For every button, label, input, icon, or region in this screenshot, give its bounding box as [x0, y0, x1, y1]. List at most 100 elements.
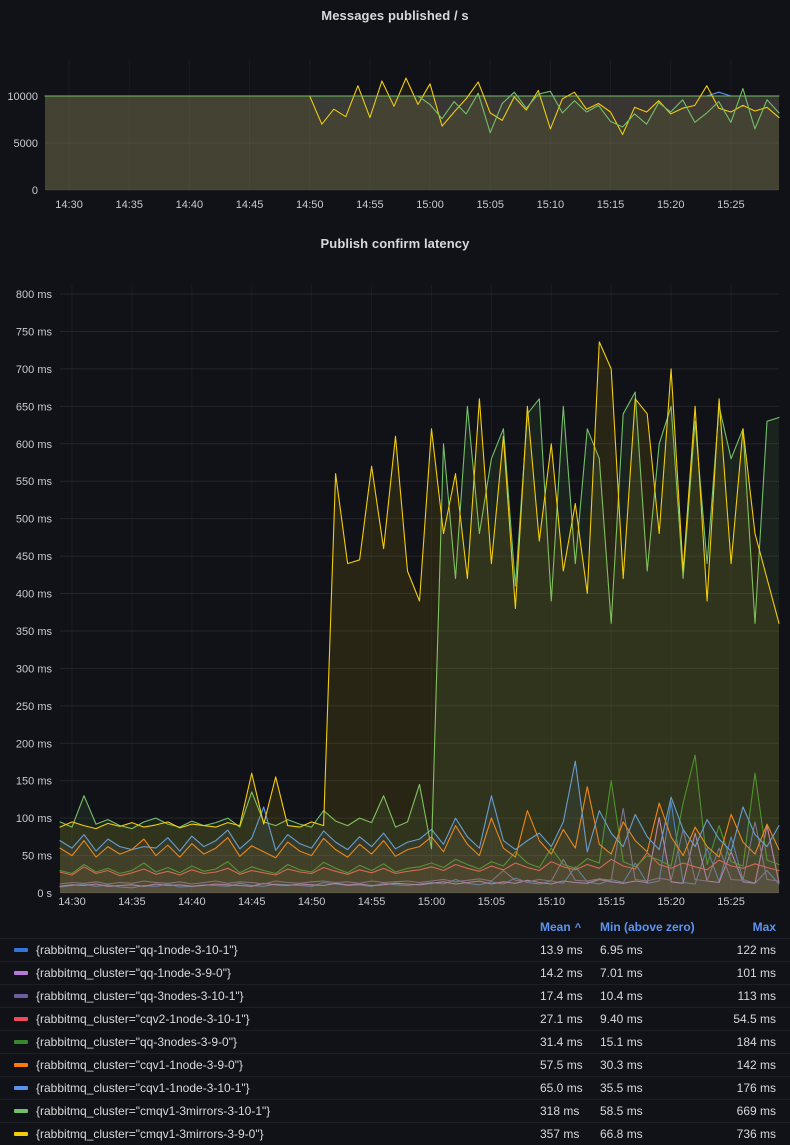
legend-header-max[interactable]: Max: [722, 920, 776, 934]
publish-confirm-latency-chart[interactable]: 0 s50 ms100 ms150 ms200 ms250 ms300 ms35…: [0, 226, 790, 918]
svg-text:0 s: 0 s: [37, 888, 52, 900]
legend-mean-value: 17.4 ms: [540, 989, 600, 1003]
svg-text:14:40: 14:40: [178, 896, 206, 908]
svg-text:700 ms: 700 ms: [16, 364, 53, 376]
legend-mean-value: 27.1 ms: [540, 1012, 600, 1026]
legend-series-cell: {rabbitmq_cluster="qq-1node-3-9-0"}: [14, 966, 540, 980]
messages-published-chart[interactable]: 050001000014:3014:3514:4014:4514:5014:55…: [0, 0, 790, 226]
legend-max-value: 122 ms: [722, 943, 776, 957]
legend-min-value: 15.1 ms: [600, 1035, 722, 1049]
svg-text:650 ms: 650 ms: [16, 401, 53, 413]
legend-min-value: 10.4 ms: [600, 989, 722, 1003]
svg-text:300 ms: 300 ms: [16, 663, 53, 675]
svg-text:15:15: 15:15: [597, 199, 625, 211]
svg-text:14:50: 14:50: [296, 199, 324, 211]
legend-series-label[interactable]: {rabbitmq_cluster="cqv1-1node-3-9-0"}: [36, 1058, 243, 1072]
svg-text:15:25: 15:25: [717, 896, 745, 908]
svg-text:14:35: 14:35: [115, 199, 143, 211]
legend-series-label[interactable]: {rabbitmq_cluster="cqv2-1node-3-10-1"}: [36, 1012, 250, 1026]
legend-series-cell: {rabbitmq_cluster="cqv1-1node-3-10-1"}: [14, 1081, 540, 1095]
legend-row: {rabbitmq_cluster="cqv1-1node-3-9-0"}57.…: [0, 1053, 790, 1076]
legend-min-value: 35.5 ms: [600, 1081, 722, 1095]
svg-text:15:20: 15:20: [657, 199, 685, 211]
legend-series-cell: {rabbitmq_cluster="cqv1-1node-3-9-0"}: [14, 1058, 540, 1072]
svg-text:5000: 5000: [14, 138, 38, 150]
series-color-swatch: [14, 1040, 28, 1044]
legend-series-label[interactable]: {rabbitmq_cluster="cmqv1-3mirrors-3-10-1…: [36, 1104, 270, 1118]
svg-text:15:10: 15:10: [538, 896, 566, 908]
legend-max-value: 669 ms: [722, 1104, 776, 1118]
legend-max-value: 54.5 ms: [722, 1012, 776, 1026]
legend-row: {rabbitmq_cluster="cqv2-1node-3-10-1"} 27…: [0, 1007, 790, 1030]
legend-row: {rabbitmq_cluster="cmqv1-3mirrors-3-9-0"…: [0, 1122, 790, 1145]
svg-text:450 ms: 450 ms: [16, 551, 53, 563]
series-color-swatch: [14, 1086, 28, 1090]
legend-series-cell: {rabbitmq_cluster="qq-3nodes-3-10-1"}: [14, 989, 540, 1003]
legend-row: {rabbitmq_cluster="cmqv1-3mirrors-3-10-1…: [0, 1099, 790, 1122]
svg-text:15:20: 15:20: [657, 896, 685, 908]
legend-series-cell: {rabbitmq_cluster="cqv2-1node-3-10-1"}: [14, 1012, 540, 1026]
legend-header-mean[interactable]: Mean^: [540, 920, 600, 934]
legend-header-row: Mean^ Min (above zero) Max: [0, 916, 790, 938]
svg-text:14:55: 14:55: [358, 896, 386, 908]
legend-row: {rabbitmq_cluster="qq-3nodes-3-9-0"} 31.4…: [0, 1030, 790, 1053]
svg-text:500 ms: 500 ms: [16, 514, 53, 526]
legend-series-label[interactable]: {rabbitmq_cluster="qq-3nodes-3-10-1"}: [36, 989, 244, 1003]
legend-mean-value: 318 ms: [540, 1104, 600, 1118]
svg-text:15:00: 15:00: [418, 896, 446, 908]
legend-series-cell: {rabbitmq_cluster="qq-3nodes-3-9-0"}: [14, 1035, 540, 1049]
svg-text:550 ms: 550 ms: [16, 476, 53, 488]
svg-text:14:55: 14:55: [356, 199, 384, 211]
svg-text:14:45: 14:45: [236, 199, 264, 211]
legend-mean-value: 65.0 ms: [540, 1081, 600, 1095]
series-color-swatch: [14, 1017, 28, 1021]
legend-series-cell: {rabbitmq_cluster="cmqv1-3mirrors-3-9-0"…: [14, 1127, 540, 1141]
legend-min-value: 58.5 ms: [600, 1104, 722, 1118]
legend-header-min[interactable]: Min (above zero): [600, 920, 722, 934]
legend-min-value: 9.40 ms: [600, 1012, 722, 1026]
series-color-swatch: [14, 994, 28, 998]
legend-max-value: 184 ms: [722, 1035, 776, 1049]
legend-series-label[interactable]: {rabbitmq_cluster="qq-1node-3-9-0"}: [36, 966, 231, 980]
legend-series-label[interactable]: {rabbitmq_cluster="qq-3nodes-3-9-0"}: [36, 1035, 237, 1049]
svg-text:150 ms: 150 ms: [16, 776, 53, 788]
legend-mean-value: 13.9 ms: [540, 943, 600, 957]
legend-min-value: 30.3 ms: [600, 1058, 722, 1072]
legend-series-label[interactable]: {rabbitmq_cluster="qq-1node-3-10-1"}: [36, 943, 238, 957]
svg-text:15:05: 15:05: [478, 896, 506, 908]
legend-max-value: 101 ms: [722, 966, 776, 980]
series-color-swatch: [14, 1132, 28, 1136]
legend-row: {rabbitmq_cluster="qq-1node-3-9-0"} 14.2 …: [0, 961, 790, 984]
legend-table: Mean^ Min (above zero) Max {rabbitmq_clu…: [0, 916, 790, 1145]
legend-max-value: 113 ms: [722, 989, 776, 1003]
svg-text:0: 0: [32, 185, 38, 197]
legend-max-value: 176 ms: [722, 1081, 776, 1095]
legend-min-value: 66.8 ms: [600, 1127, 722, 1141]
series-color-swatch: [14, 1063, 28, 1067]
legend-mean-value: 31.4 ms: [540, 1035, 600, 1049]
legend-min-value: 6.95 ms: [600, 943, 722, 957]
svg-text:800 ms: 800 ms: [16, 289, 53, 301]
svg-text:10000: 10000: [7, 91, 38, 103]
legend-row: {rabbitmq_cluster="qq-1node-3-10-1"} 13.9…: [0, 938, 790, 961]
legend-series-label[interactable]: {rabbitmq_cluster="cmqv1-3mirrors-3-9-0"…: [36, 1127, 264, 1141]
series-color-swatch: [14, 971, 28, 975]
svg-text:600 ms: 600 ms: [16, 439, 53, 451]
svg-text:250 ms: 250 ms: [16, 701, 53, 713]
legend-rows: {rabbitmq_cluster="qq-1node-3-10-1"} 13.9…: [0, 938, 790, 1145]
svg-text:400 ms: 400 ms: [16, 589, 53, 601]
svg-text:14:30: 14:30: [58, 896, 86, 908]
svg-text:200 ms: 200 ms: [16, 738, 53, 750]
svg-text:15:15: 15:15: [597, 896, 625, 908]
svg-text:350 ms: 350 ms: [16, 626, 53, 638]
svg-text:14:30: 14:30: [55, 199, 83, 211]
legend-series-cell: {rabbitmq_cluster="cmqv1-3mirrors-3-10-1…: [14, 1104, 540, 1118]
legend-series-label[interactable]: {rabbitmq_cluster="cqv1-1node-3-10-1"}: [36, 1081, 250, 1095]
svg-text:15:10: 15:10: [537, 199, 565, 211]
legend-max-value: 736 ms: [722, 1127, 776, 1141]
legend-row: {rabbitmq_cluster="cqv1-1node-3-10-1"} 65…: [0, 1076, 790, 1099]
svg-text:750 ms: 750 ms: [16, 326, 53, 338]
legend-header-mean-label: Mean: [540, 920, 571, 934]
legend-mean-value: 14.2 ms: [540, 966, 600, 980]
series-color-swatch: [14, 1109, 28, 1113]
